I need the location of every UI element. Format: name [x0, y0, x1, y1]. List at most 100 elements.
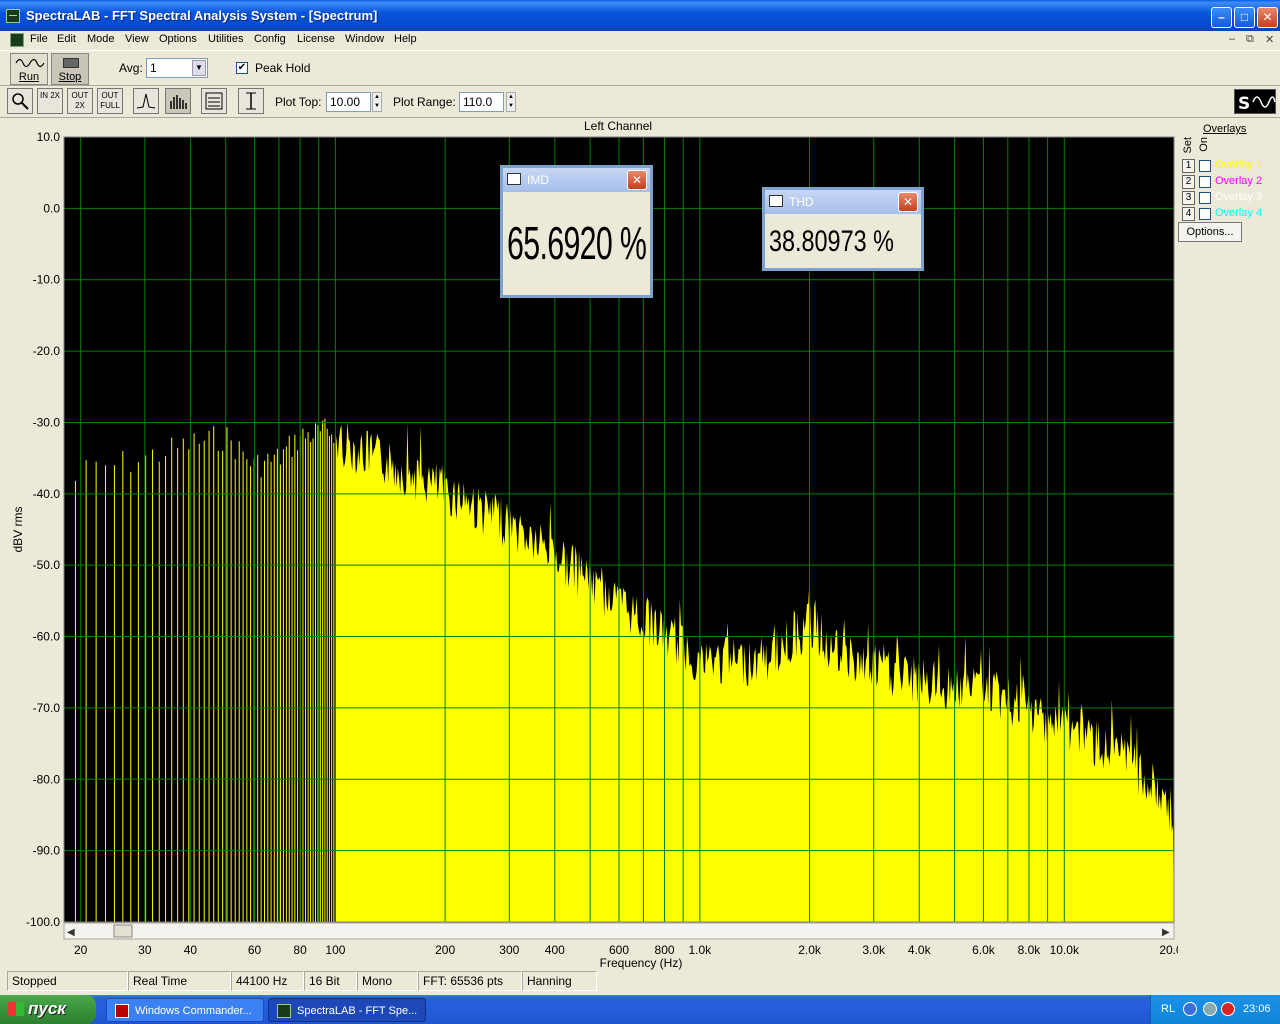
line-plot-button[interactable] — [133, 88, 159, 114]
run-button[interactable]: Run — [10, 53, 48, 85]
chart-title: Left Channel — [584, 119, 652, 133]
scrollbar-thumb — [113, 924, 133, 938]
zoom-in-2x-button[interactable]: IN 2X — [37, 88, 63, 114]
plot-top-spinner[interactable]: ▲ ▼ — [372, 92, 382, 112]
overlays-panel: Overlays Set On 1 Overlay 1 2 Overlay 2 … — [1178, 119, 1280, 319]
app-icon[interactable] — [6, 9, 20, 23]
taskbar-item-label: Windows Commander... — [135, 1005, 252, 1017]
title-bar[interactable]: SpectraLAB - FFT Spectral Analysis Syste… — [0, 0, 1280, 32]
mdi-minimize-button[interactable]: – — [1229, 33, 1235, 45]
overlay-name-1: Overlay 1 — [1215, 159, 1263, 171]
status-sample-rate: 44100 Hz — [231, 971, 304, 991]
thd-value: 38.80973 % — [769, 217, 894, 264]
avg-select[interactable]: 1 ▼ — [146, 58, 208, 78]
imd-close-button[interactable]: ✕ — [627, 170, 647, 190]
window-title: SpectraLAB - FFT Spectral Analysis Syste… — [26, 8, 378, 23]
overlay-set-button-2[interactable]: 2 — [1182, 175, 1195, 189]
overlay-set-button-3[interactable]: 3 — [1182, 191, 1195, 205]
security-alert-icon[interactable] — [1221, 1002, 1235, 1016]
toolbar-main: Run Stop Avg: 1 ▼ ✔ Peak Hold — [0, 50, 1280, 86]
zoom-out-2x-button[interactable]: OUT 2X — [67, 88, 93, 114]
x-tick-label: 40 — [184, 943, 198, 957]
taskbar-item-spectralab[interactable]: SpectraLAB - FFT Spe... — [268, 998, 426, 1022]
plot-top-input[interactable]: 10.00 — [326, 92, 371, 112]
menu-options[interactable]: Options — [159, 33, 197, 45]
run-button-label: Run — [18, 71, 40, 83]
status-window: Hanning — [522, 971, 597, 991]
status-mode: Real Time — [128, 971, 231, 991]
thd-close-button[interactable]: ✕ — [898, 192, 918, 212]
x-tick-label: 100 — [325, 943, 345, 957]
plot-range-spinner[interactable]: ▲ ▼ — [506, 92, 516, 112]
x-tick-label: 6.0k — [972, 943, 996, 957]
plot-range-label: Plot Range: — [393, 95, 456, 109]
stop-button[interactable]: Stop — [51, 53, 89, 85]
y-tick-label: -80.0 — [33, 772, 61, 786]
avg-label: Avg: — [119, 61, 143, 75]
peak-hold-checkbox[interactable]: ✔ — [236, 62, 248, 74]
y-tick-label: -70.0 — [33, 701, 61, 715]
peak-line-icon — [136, 93, 156, 109]
mdi-close-button[interactable]: ✕ — [1265, 33, 1274, 46]
system-tray: RL 23:06 — [1150, 995, 1280, 1024]
overlay-on-checkbox-1[interactable] — [1199, 160, 1211, 172]
menu-edit[interactable]: Edit — [57, 33, 76, 45]
zoom-out-full-button[interactable]: OUT FULL — [97, 88, 123, 114]
mdi-restore-button[interactable]: ⧉ — [1246, 33, 1254, 46]
overlay-options-button[interactable]: Options... — [1178, 222, 1242, 242]
plot-range-input[interactable]: 110.0 — [459, 92, 504, 112]
close-button[interactable]: ✕ — [1257, 7, 1278, 28]
overlay-set-button-4[interactable]: 4 — [1182, 207, 1195, 221]
status-bit-depth: 16 Bit — [304, 971, 357, 991]
x-tick-label: 10.0k — [1050, 943, 1080, 957]
minimize-button[interactable]: – — [1211, 7, 1232, 28]
plot-top-value: 10.00 — [330, 95, 361, 109]
stop-icon — [63, 58, 79, 68]
menu-config[interactable]: Config — [254, 33, 286, 45]
chevron-down-icon[interactable]: ▼ — [192, 60, 206, 76]
menu-file[interactable]: File — [30, 33, 48, 45]
document-icon[interactable] — [10, 33, 24, 47]
bar-plot-button[interactable] — [165, 88, 191, 114]
x-tick-label: 2.0k — [798, 943, 822, 957]
imd-readout-window[interactable]: IMD ✕ 65.6920 % — [500, 165, 653, 298]
language-indicator[interactable]: RL — [1161, 1003, 1175, 1015]
imd-title-bar[interactable]: IMD ✕ — [503, 168, 650, 192]
taskbar-item-windows-commander[interactable]: Windows Commander... — [106, 998, 264, 1022]
overlays-on-label: On — [1198, 137, 1210, 152]
x-tick-label: 800 — [655, 943, 675, 957]
menu-help[interactable]: Help — [394, 33, 417, 45]
overlay-set-button-1[interactable]: 1 — [1182, 159, 1195, 173]
overlay-on-checkbox-4[interactable] — [1199, 208, 1211, 220]
tray-arrow-icon[interactable] — [1183, 1002, 1197, 1016]
plot-top-label: Plot Top: — [275, 95, 322, 109]
network-icon[interactable] — [1203, 1002, 1217, 1016]
overlay-on-checkbox-2[interactable] — [1199, 176, 1211, 188]
imd-value: 65.6920 % — [507, 195, 647, 291]
thd-title-bar[interactable]: THD ✕ — [765, 190, 921, 214]
scale-button[interactable] — [238, 88, 264, 114]
windows-flag-icon — [8, 1002, 24, 1016]
thd-readout-window[interactable]: THD ✕ 38.80973 % — [762, 187, 924, 271]
overlay-on-checkbox-3[interactable] — [1199, 192, 1211, 204]
zoom-in-2x-label: IN 2X — [39, 91, 60, 100]
menu-license[interactable]: License — [297, 33, 335, 45]
y-tick-label: -90.0 — [33, 844, 61, 858]
y-tick-label: 10.0 — [37, 130, 61, 144]
menu-mode[interactable]: Mode — [87, 33, 115, 45]
overlays-set-label: Set — [1182, 137, 1194, 154]
zoom-out-2x-label: OUT 2X — [71, 91, 89, 110]
status-bar: Stopped Real Time 44100 Hz 16 Bit Mono F… — [0, 971, 1280, 995]
zoom-tool-button[interactable] — [7, 88, 33, 114]
x-tick-label: 600 — [609, 943, 629, 957]
start-label: пуск — [28, 999, 66, 1018]
menu-utilities[interactable]: Utilities — [208, 33, 243, 45]
start-button[interactable]: пуск — [0, 995, 96, 1024]
menu-window[interactable]: Window — [345, 33, 384, 45]
plot-properties-button[interactable] — [201, 88, 227, 114]
x-tick-label: 8.0k — [1018, 943, 1042, 957]
y-tick-label: -100.0 — [26, 915, 60, 929]
x-tick-label: 1.0k — [689, 943, 713, 957]
menu-view[interactable]: View — [125, 33, 149, 45]
maximize-button[interactable]: □ — [1234, 7, 1255, 28]
